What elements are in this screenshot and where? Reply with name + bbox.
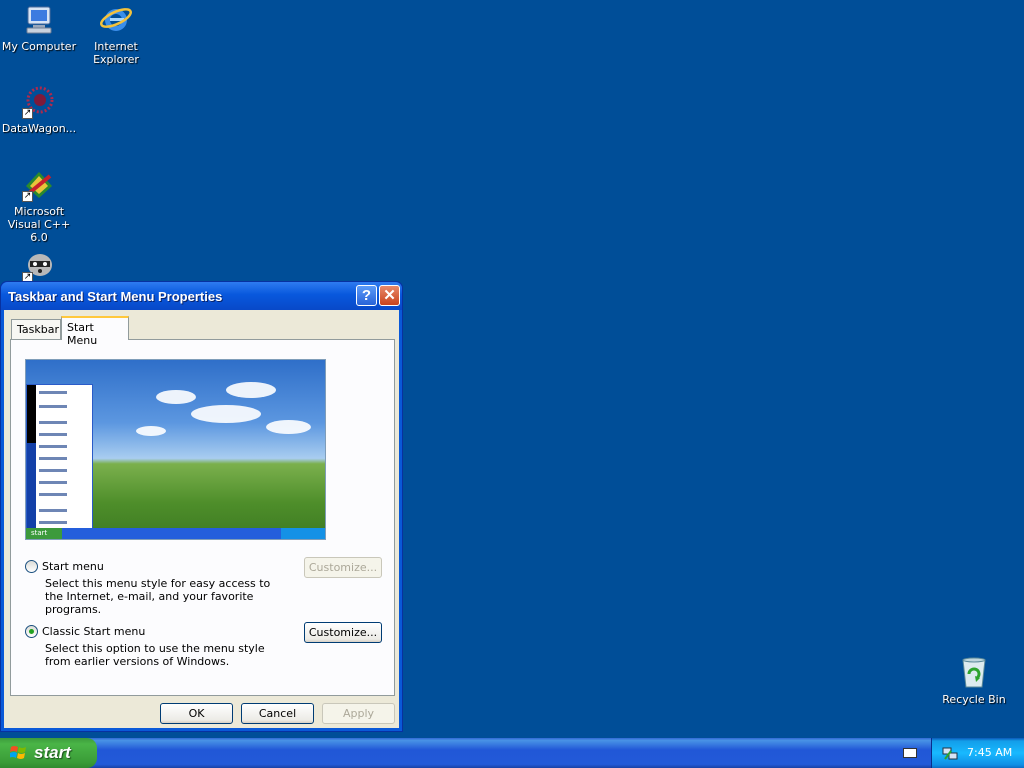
- start-menu-customize-button[interactable]: Customize...: [304, 557, 382, 578]
- classic-customize-button[interactable]: Customize...: [304, 622, 382, 643]
- shortcut-arrow-icon: ↗: [22, 191, 33, 202]
- recycle-bin-icon: [957, 656, 991, 690]
- apply-button[interactable]: Apply: [322, 703, 395, 724]
- classic-start-menu-radio-label[interactable]: Classic Start menu: [42, 625, 145, 638]
- desktop-icon-label: Recycle Bin: [942, 693, 1006, 706]
- dialog-titlebar[interactable]: Taskbar and Start Menu Properties ? ✕: [1, 282, 402, 310]
- desktop-icon-my-computer[interactable]: My Computer: [0, 3, 79, 53]
- preview-tray: [281, 528, 325, 539]
- tab-start-menu[interactable]: Start Menu: [61, 316, 129, 347]
- classic-start-menu-description: Select this option to use the menu style…: [45, 642, 265, 668]
- desktop-icon-internet-explorer[interactable]: Internet Explorer: [76, 3, 156, 66]
- desktop-icon-label: My Computer: [1, 40, 77, 53]
- start-menu-description: Select this menu style for easy access t…: [45, 577, 271, 616]
- system-tray: 7:45 AM: [931, 738, 1024, 768]
- ok-button[interactable]: OK: [160, 703, 233, 724]
- datawagon-icon: ↗: [22, 85, 56, 119]
- internet-explorer-icon: [99, 3, 133, 37]
- preview-start-button: start: [26, 528, 62, 539]
- keyboard-icon[interactable]: [903, 748, 917, 758]
- raccoon-icon: ↗: [22, 249, 56, 283]
- network-icon[interactable]: [942, 745, 958, 761]
- desktop-icon-label: Microsoft Visual C++ 6.0: [7, 205, 71, 244]
- shortcut-arrow-icon: ↗: [22, 108, 33, 119]
- desktop-icon-recycle-bin[interactable]: Recycle Bin: [934, 656, 1014, 706]
- tab-label: Start Menu: [67, 321, 98, 347]
- my-computer-icon: [22, 3, 56, 37]
- preview-start-menu: [26, 384, 93, 530]
- desktop-icon-label: DataWagon...: [1, 122, 77, 135]
- taskbar: start 7:45 AM: [0, 738, 1024, 768]
- taskbar-start-menu-properties-dialog: Taskbar and Start Menu Properties ? ✕ Ta…: [0, 281, 403, 732]
- windows-logo-icon: [10, 746, 26, 759]
- help-icon: ?: [361, 287, 372, 304]
- desktop-icon-visual-cpp[interactable]: ↗ Microsoft Visual C++ 6.0: [0, 168, 79, 244]
- start-button-label: start: [34, 743, 71, 762]
- desktop-icon-label: Internet Explorer: [93, 40, 139, 66]
- start-menu-preview-image: start: [25, 359, 326, 540]
- clock[interactable]: 7:45 AM: [967, 746, 1012, 759]
- visual-cpp-icon: ↗: [22, 168, 56, 202]
- dialog-title: Taskbar and Start Menu Properties: [8, 289, 223, 304]
- close-button[interactable]: ✕: [379, 285, 400, 306]
- dialog-body: Taskbar Start Menu start Start menu Sele…: [4, 310, 399, 728]
- tab-taskbar[interactable]: Taskbar: [11, 319, 61, 339]
- help-button[interactable]: ?: [356, 285, 377, 306]
- start-button[interactable]: start: [0, 738, 97, 768]
- start-menu-radio-label[interactable]: Start menu: [42, 560, 104, 573]
- close-icon: ✕: [383, 287, 396, 304]
- cancel-button[interactable]: Cancel: [241, 703, 314, 724]
- desktop-icon-datawagon[interactable]: ↗ DataWagon...: [0, 85, 79, 135]
- start-menu-tab-panel: start Start menu Select this menu style …: [10, 339, 395, 696]
- tab-label: Taskbar: [17, 323, 59, 336]
- start-menu-radio[interactable]: [25, 560, 38, 573]
- classic-start-menu-radio[interactable]: [25, 625, 38, 638]
